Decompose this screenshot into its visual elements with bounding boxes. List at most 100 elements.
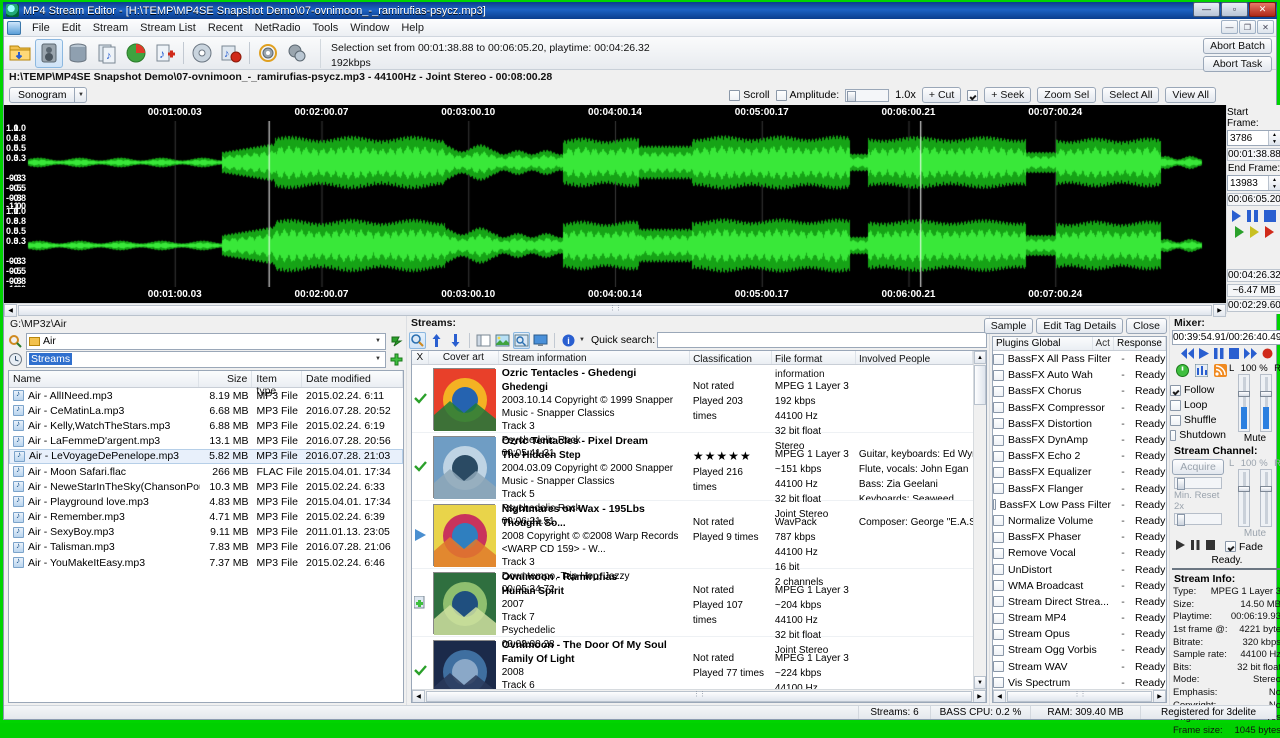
plugins-grid[interactable]: Plugins Global Act Response BassFX All P… — [992, 336, 1167, 703]
plugin-checkbox[interactable] — [993, 629, 1004, 640]
file-row[interactable]: Air - Kelly,WatchTheStars.mp36.88 MBMP3 … — [9, 418, 403, 433]
close-button[interactable]: ✕ — [1249, 2, 1276, 17]
hscroll-thumb[interactable] — [18, 305, 1212, 316]
mdi-restore-button[interactable]: ❐ — [1239, 20, 1256, 34]
stream-channel-slider-2[interactable] — [1174, 513, 1222, 525]
abort-batch-button[interactable]: Abort Batch — [1203, 38, 1272, 54]
file-row[interactable]: Air - Remember.mp34.71 MBMP3 File2015.02… — [9, 510, 403, 525]
play-green-icon[interactable] — [1235, 226, 1244, 238]
mdi-close-button[interactable]: ✕ — [1257, 20, 1274, 34]
move-down-icon[interactable] — [447, 332, 464, 349]
sc-left-fader[interactable] — [1238, 469, 1250, 527]
streams-hscroll-left[interactable]: ◀ — [412, 690, 425, 703]
sc-pause-icon[interactable] — [1191, 540, 1200, 553]
cover-art[interactable] — [429, 637, 499, 689]
mixer-left-fader[interactable] — [1238, 374, 1250, 432]
database-icon[interactable] — [64, 39, 92, 68]
fast-forward-icon[interactable] — [1244, 348, 1257, 362]
plugin-row[interactable]: Stream MP4-Ready — [993, 610, 1166, 626]
speaker-icon[interactable] — [35, 39, 63, 68]
vscroll-up-arrow[interactable]: ▲ — [974, 351, 986, 364]
plugin-row[interactable]: WMA Broadcast-Ready — [993, 578, 1166, 594]
sc-right-fader[interactable] — [1260, 469, 1272, 527]
stream-mark-icon[interactable] — [412, 569, 429, 636]
plugin-row[interactable]: BassFX Flanger-Ready — [993, 481, 1166, 497]
chevron-down-icon-3[interactable]: ▼ — [579, 337, 585, 343]
chevron-down-icon[interactable]: ▼ — [375, 338, 383, 344]
stream-row[interactable]: Ovnimoon - RamirufiasHuman Spirit2007Tra… — [412, 569, 973, 637]
acquire-button[interactable]: Acquire — [1172, 459, 1224, 475]
cover-art[interactable] — [429, 433, 499, 500]
menu-item-window[interactable]: Window — [344, 21, 395, 35]
plugin-row[interactable]: Vis Spectrum-Ready — [993, 675, 1166, 689]
plugin-checkbox[interactable] — [993, 435, 1004, 446]
stream-channel-slider-1[interactable] — [1174, 477, 1222, 489]
col-act[interactable]: Act — [1093, 337, 1114, 350]
plugin-checkbox[interactable] — [993, 580, 1004, 591]
list-value[interactable]: Streams — [29, 353, 72, 365]
add-music-icon[interactable]: ♪ — [151, 39, 179, 68]
streams-hscroll-right[interactable]: ▶ — [973, 690, 986, 703]
plugin-row[interactable]: Stream WAV-Ready — [993, 659, 1166, 675]
search-folder-icon[interactable] — [8, 334, 23, 349]
stream-search-icon[interactable] — [513, 332, 530, 349]
streams-vscrollbar[interactable]: ▲ ▼ — [973, 351, 986, 689]
plugin-checkbox[interactable] — [993, 402, 1004, 413]
plugin-row[interactable]: BassFX Phaser-Ready — [993, 529, 1166, 545]
view-mode-select[interactable]: Sonogram ▼ — [9, 87, 87, 103]
menu-item-stream-list[interactable]: Stream List — [134, 21, 202, 35]
plugin-row[interactable]: BassFX DynAmp-Ready — [993, 432, 1166, 448]
plugin-row[interactable]: BassFX Compressor-Ready — [993, 400, 1166, 416]
col-cover-art[interactable]: Cover art — [429, 351, 499, 364]
waveform-canvas[interactable]: 1.00.80.50.3-0.3-0.5-0.8-1.01.00.80.50.3… — [4, 121, 1226, 287]
settings-gear-icon[interactable] — [254, 39, 282, 68]
plugin-row[interactable]: BassFX Distortion-Ready — [993, 416, 1166, 432]
file-row[interactable]: Air - LaFemmeD'argent.mp313.1 MBMP3 File… — [9, 434, 403, 449]
quick-search-input[interactable] — [657, 332, 987, 348]
play-red-icon[interactable] — [1265, 226, 1274, 238]
cover-art[interactable] — [429, 365, 499, 432]
menu-item-recent[interactable]: Recent — [202, 21, 249, 35]
fade-checkbox-box[interactable] — [1225, 541, 1236, 552]
play-yellow-icon[interactable] — [1250, 226, 1259, 238]
zoom-sel-button[interactable]: Zoom Sel — [1037, 87, 1096, 103]
plugin-checkbox[interactable] — [993, 677, 1004, 688]
cover-art-view-icon[interactable] — [494, 332, 511, 349]
streams-hscrollbar[interactable]: ◀ ▶ — [412, 689, 986, 702]
plugin-checkbox[interactable] — [993, 613, 1004, 624]
cover-art[interactable] — [429, 569, 499, 636]
plugin-checkbox[interactable] — [993, 548, 1004, 559]
plugin-checkbox[interactable] — [993, 370, 1004, 381]
edit-tag-details-button[interactable]: Edit Tag Details — [1036, 318, 1123, 334]
file-row[interactable]: Air - Moon Safari.flac266 MBFLAC File201… — [9, 464, 403, 479]
mixer-checkbox-shuffle[interactable]: Shuffle — [1170, 414, 1226, 426]
add-icon[interactable] — [389, 352, 404, 367]
plugin-checkbox[interactable] — [993, 499, 996, 510]
plugin-row[interactable]: BassFX Equalizer-Ready — [993, 464, 1166, 480]
stream-mark-icon[interactable] — [412, 433, 429, 500]
plugin-row[interactable]: UnDistort-Ready — [993, 561, 1166, 577]
record-icon[interactable] — [1262, 348, 1273, 362]
vscroll-down-arrow[interactable]: ▼ — [974, 676, 986, 689]
play-icon[interactable] — [1199, 348, 1209, 362]
vscroll-thumb[interactable] — [974, 365, 986, 405]
mixer-mute-label[interactable]: Mute — [1226, 432, 1280, 444]
checkbox-box[interactable] — [1170, 385, 1181, 396]
stop-icon[interactable] — [1264, 210, 1276, 222]
fade-checkbox[interactable]: Fade — [1225, 541, 1263, 553]
checkbox-box[interactable] — [1170, 400, 1181, 411]
file-list-grid[interactable]: Name Size Item type Date modified Air - … — [8, 370, 404, 703]
folder-combo[interactable]: Air ▼ — [26, 333, 386, 350]
list-combo[interactable]: Streams ▼ — [26, 351, 386, 368]
col-involved-people[interactable]: Involved People — [856, 351, 973, 364]
plugin-checkbox[interactable] — [993, 564, 1004, 575]
pause-icon[interactable] — [1247, 210, 1258, 222]
plugin-checkbox[interactable] — [993, 418, 1004, 429]
search-icon[interactable] — [409, 332, 426, 349]
menu-item-help[interactable]: Help — [395, 21, 430, 35]
pie-chart-icon[interactable] — [122, 39, 150, 68]
stream-row[interactable]: Ozric Tentacles - Pixel DreamThe Hidden … — [412, 433, 973, 501]
plugins-hscroll-right[interactable]: ▶ — [1153, 690, 1166, 703]
stream-row[interactable]: Ovnimoon - The Door Of My SoulFamily Of … — [412, 637, 973, 689]
cd-icon[interactable] — [188, 39, 216, 68]
